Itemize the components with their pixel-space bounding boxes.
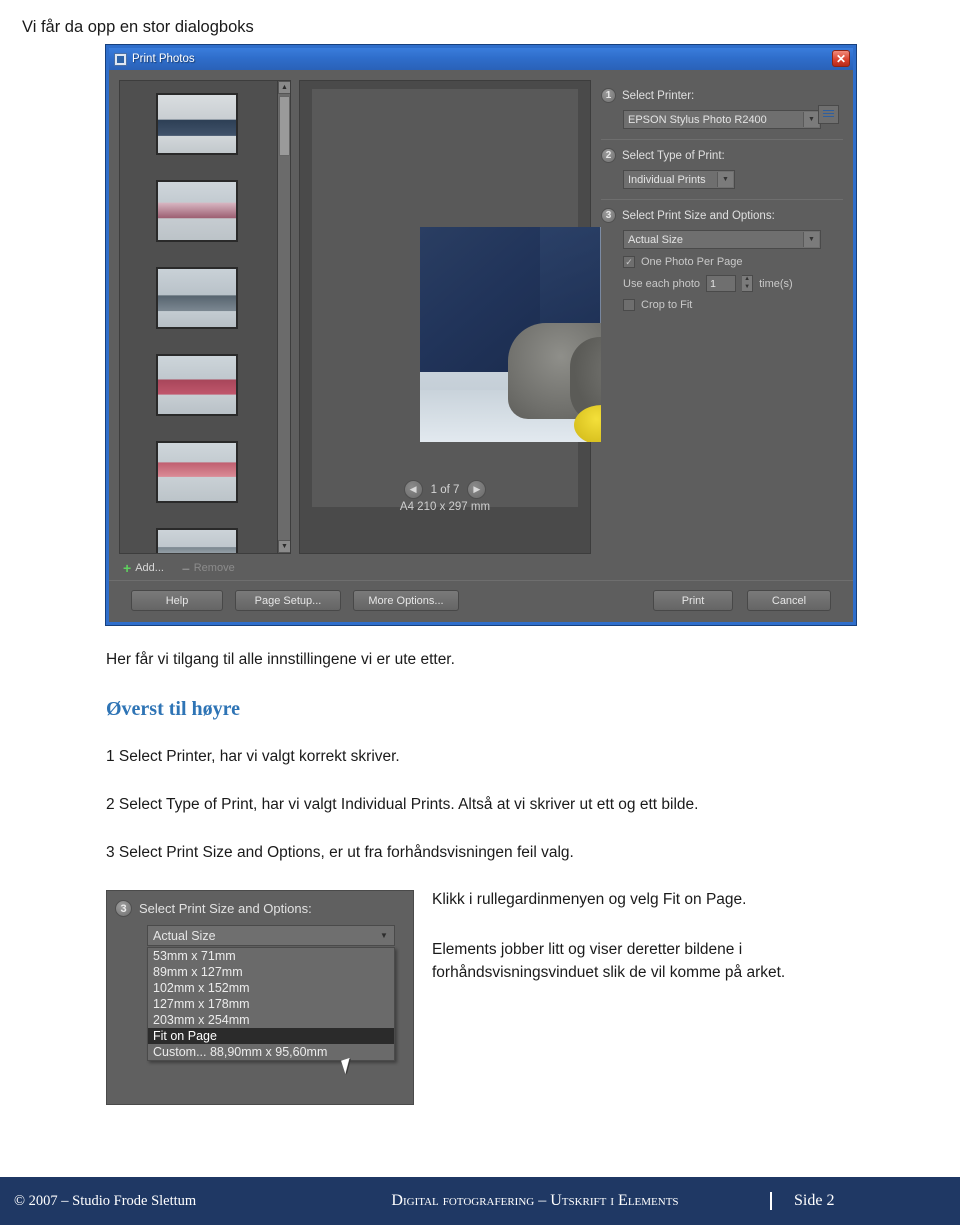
section-title-printer: Select Printer: (622, 89, 695, 102)
print-button[interactable]: Print (653, 590, 733, 611)
page-sheet: ◀ 1 of 7 ▶ A4 210 x 297 mm (312, 89, 710, 513)
page-indicator: 1 of 7 (430, 483, 460, 496)
printer-window-icon (114, 52, 127, 66)
more-options-button[interactable]: More Options... (353, 590, 459, 611)
note-click-dropdown: Klikk i rullegardinmenyen og velg Fit on… (432, 891, 747, 908)
checkbox-crop-to-fit[interactable] (623, 299, 635, 311)
dropdown-section-title: Select Print Size and Options: (139, 901, 312, 916)
footer-page-number: Side 2 (770, 1192, 960, 1210)
help-button[interactable]: Help (131, 590, 223, 611)
footer-title: Digital fotografering – Utskrift i Eleme… (391, 1192, 679, 1209)
option-use-each-photo[interactable]: Use each photo 1 ▲ ▼ time(s) (623, 275, 839, 292)
printer-select-value: EPSON Stylus Photo R2400 (628, 113, 767, 126)
print-type-value: Individual Prints (628, 173, 706, 186)
paragraph-step-3: 3 Select Print Size and Options, er ut f… (106, 844, 574, 861)
page-size-label: A4 210 x 297 mm (399, 501, 491, 513)
preview-navigation: ◀ 1 of 7 ▶ A4 210 x 297 mm (312, 480, 578, 513)
print-photos-dialog-screenshot: Print Photos ✕ ▲ ▼ + Add... – Remove ◀ 1… (106, 45, 856, 625)
page-footer: © 2007 – Studio Frode Slettum Digital fo… (0, 1177, 960, 1225)
paragraph-step-1: 1 Select Printer, har vi valgt korrekt s… (106, 748, 400, 765)
list-item[interactable]: Custom... 88,90mm x 95,60mm (148, 1044, 394, 1060)
photo-filmstrip[interactable]: ▲ ▼ (119, 80, 291, 554)
dialog-body: ▲ ▼ + Add... – Remove ◀ 1 of 7 ▶ A4 210 … (109, 70, 853, 622)
page-setup-button[interactable]: Page Setup... (235, 590, 341, 611)
dialog-title: Print Photos (132, 53, 195, 65)
thumbnail-item[interactable] (156, 528, 238, 553)
list-item[interactable]: 53mm x 71mm (148, 948, 394, 964)
thumbnail-item[interactable] (156, 441, 238, 503)
thumbnail-item[interactable] (156, 267, 238, 329)
paragraph-step-2: 2 Select Type of Print, har vi valgt Ind… (106, 796, 699, 813)
previous-page-icon[interactable]: ◀ (403, 480, 423, 499)
print-size-value: Actual Size (628, 233, 684, 246)
label-times: time(s) (759, 277, 793, 290)
filmstrip-scrollbar[interactable]: ▲ ▼ (277, 81, 290, 553)
checkbox-one-photo-per-page[interactable]: ✓ (623, 256, 635, 268)
list-item[interactable]: 127mm x 178mm (148, 996, 394, 1012)
option-one-photo-per-page[interactable]: ✓ One Photo Per Page (623, 256, 839, 268)
step-number-1: 1 (601, 88, 616, 103)
section-heading-ovest-til-hoyre: Øverst til høyre (106, 698, 241, 720)
print-size-dropdown-screenshot: 3 Select Print Size and Options: Actual … (106, 890, 414, 1105)
thumbnail-item[interactable] (156, 354, 238, 416)
print-size-select-open[interactable]: Actual Size ▼ (147, 925, 395, 946)
list-item[interactable]: 203mm x 254mm (148, 1012, 394, 1028)
filmstrip-actions: + Add... – Remove (119, 556, 291, 580)
label-crop-to-fit: Crop to Fit (641, 299, 693, 311)
dialog-titlebar: Print Photos ✕ (109, 48, 853, 70)
label-use-each-photo: Use each photo (623, 277, 701, 290)
section-select-printer: 1 Select Printer: EPSON Stylus Photo R24… (601, 80, 843, 139)
remove-button-label: Remove (193, 562, 235, 574)
section-select-type: 2 Select Type of Print: Individual Print… (601, 139, 843, 199)
chevron-down-icon[interactable]: ▼ (803, 232, 819, 247)
paragraph-intro: Her får vi tilgang til alle innstillinge… (106, 651, 455, 668)
remove-icon: – (181, 560, 190, 576)
thumbnail-item[interactable] (156, 180, 238, 242)
print-settings-panel: 1 Select Printer: EPSON Stylus Photo R24… (601, 80, 843, 554)
step-number-3: 3 (601, 208, 616, 223)
scroll-down-icon[interactable]: ▼ (278, 540, 290, 553)
scroll-up-icon[interactable]: ▲ (278, 81, 290, 94)
print-size-options-list[interactable]: 53mm x 71mm 89mm x 127mm 102mm x 152mm 1… (147, 947, 395, 1061)
page-title: Vi får da opp en stor dialogboks (22, 18, 254, 36)
cancel-button[interactable]: Cancel (747, 590, 831, 611)
note-elements-preview: Elements jobber litt og viser deretter b… (432, 941, 786, 982)
label-one-photo-per-page: One Photo Per Page (641, 256, 743, 268)
chevron-down-icon[interactable]: ▼ (717, 172, 733, 187)
print-preview-pane: ◀ 1 of 7 ▶ A4 210 x 297 mm (299, 80, 710, 554)
footer-copyright: © 2007 – Studio Frode Slettum (14, 1192, 197, 1209)
dropdown-section-header: 3 Select Print Size and Options: (107, 891, 413, 917)
stepper-arrows[interactable]: ▲ ▼ (742, 275, 754, 292)
list-item-selected[interactable]: Fit on Page (148, 1028, 394, 1044)
add-icon[interactable]: + (123, 560, 131, 576)
section-title-type: Select Type of Print: (622, 149, 725, 162)
close-icon[interactable]: ✕ (832, 50, 850, 67)
print-size-selected-value: Actual Size (153, 928, 216, 943)
printer-select[interactable]: EPSON Stylus Photo R2400 ▼ (623, 110, 821, 129)
scrollbar-thumb[interactable] (279, 96, 290, 156)
thumbnail-item[interactable] (156, 93, 238, 155)
step-number-2: 2 (601, 148, 616, 163)
use-each-photo-input[interactable]: 1 (706, 275, 737, 292)
chevron-down-icon[interactable]: ▼ (803, 112, 819, 127)
dialog-button-bar: Help Page Setup... More Options... Print… (109, 580, 853, 622)
next-page-icon[interactable]: ▶ (467, 480, 487, 499)
list-item[interactable]: 89mm x 127mm (148, 964, 394, 980)
section-title-size: Select Print Size and Options: (622, 209, 775, 222)
printer-preferences-icon[interactable] (818, 105, 839, 124)
print-size-select[interactable]: Actual Size ▼ (623, 230, 821, 249)
list-item[interactable]: 102mm x 152mm (148, 980, 394, 996)
print-type-select[interactable]: Individual Prints ▼ (623, 170, 735, 189)
section-print-size: 3 Select Print Size and Options: Actual … (601, 199, 843, 321)
option-crop-to-fit[interactable]: Crop to Fit (623, 299, 839, 311)
chevron-down-icon[interactable]: ▼ (376, 928, 392, 943)
add-button-label[interactable]: Add... (135, 562, 164, 574)
step-number-3-small: 3 (115, 900, 132, 917)
